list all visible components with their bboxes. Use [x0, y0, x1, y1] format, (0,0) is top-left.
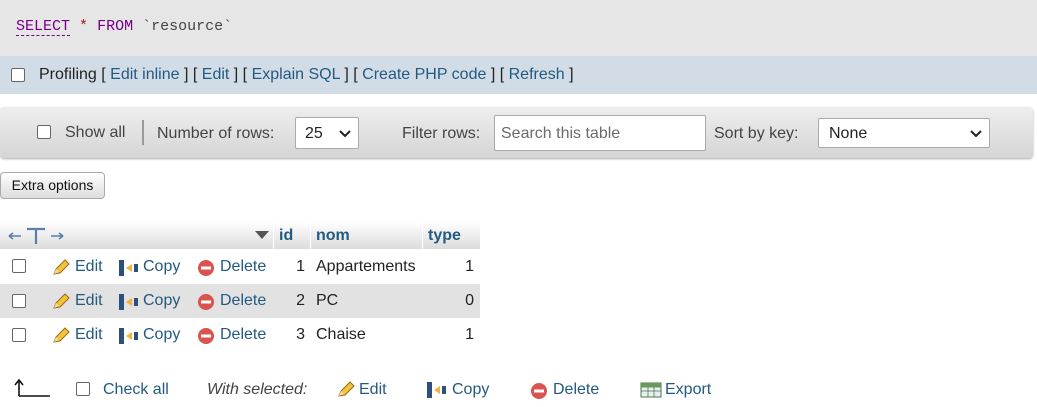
header-divider: [310, 222, 311, 249]
cell-nom: Chaise: [316, 326, 366, 343]
row-checkbox[interactable]: [12, 294, 26, 308]
extra-options-button[interactable]: Extra options: [0, 172, 105, 199]
pencil-icon[interactable]: [336, 381, 356, 399]
chevron-down-icon: [970, 130, 982, 138]
delete-icon[interactable]: [197, 259, 215, 277]
chevron-down-icon: [339, 130, 351, 138]
table-header: id nom type: [0, 222, 480, 249]
show-all-checkbox[interactable]: [37, 125, 51, 139]
sql-query: SELECT * FROM `resource`: [16, 18, 233, 36]
sql-select-keyword[interactable]: SELECT: [16, 18, 71, 36]
edit-inline-link[interactable]: Edit inline: [110, 66, 179, 83]
delete-icon[interactable]: [197, 293, 215, 311]
table-row: Edit Copy Delete 3 Chaise 1: [0, 318, 480, 352]
sort-by-key-label: Sort by key:: [714, 125, 799, 142]
copy-icon[interactable]: [118, 326, 140, 346]
edit-link[interactable]: Edit: [75, 258, 103, 276]
column-header-id[interactable]: id: [279, 227, 293, 245]
cell-type: 1: [465, 258, 474, 275]
copy-icon[interactable]: [118, 258, 140, 278]
row-checkbox[interactable]: [12, 259, 26, 273]
cell-nom: PC: [316, 292, 339, 309]
cell-id: 3: [296, 326, 305, 343]
cell-type: 0: [465, 292, 474, 309]
delete-link[interactable]: Delete: [220, 326, 266, 344]
bulk-export-button[interactable]: Export: [665, 381, 711, 399]
row-checkbox[interactable]: [12, 328, 26, 342]
pencil-icon[interactable]: [51, 293, 71, 311]
cell-id: 1: [296, 258, 305, 275]
sql-star: *: [79, 18, 89, 35]
column-toggle-arrows-icon[interactable]: [7, 226, 65, 246]
bulk-arrow-icon: [14, 378, 50, 397]
rows-per-page-value: 25: [305, 125, 323, 142]
copy-icon[interactable]: [118, 292, 140, 312]
edit-link[interactable]: Edit: [75, 326, 103, 344]
bulk-delete-button[interactable]: Delete: [553, 381, 599, 399]
pencil-icon[interactable]: [51, 259, 71, 277]
column-header-nom[interactable]: nom: [316, 227, 350, 245]
export-icon[interactable]: [640, 381, 662, 399]
table-navigation-bar: Show all Number of rows: 25 Filter rows:…: [0, 107, 1033, 158]
header-divider: [422, 222, 423, 249]
show-all-label[interactable]: Show all: [65, 124, 125, 142]
create-php-code-link[interactable]: Create PHP code: [362, 66, 486, 83]
copy-link[interactable]: Copy: [143, 326, 180, 344]
edit-link[interactable]: Edit: [75, 292, 103, 310]
sort-by-key-value: None: [829, 125, 868, 142]
copy-icon[interactable]: [426, 380, 448, 400]
with-selected-label: With selected:: [207, 381, 308, 398]
profiling-bar: Profiling [ Edit inline ] [ Edit ] [ Exp…: [0, 56, 1037, 94]
sql-query-box: SELECT * FROM `resource`: [0, 0, 1037, 56]
profiling-label: Profiling: [39, 66, 97, 83]
profiling-links: Profiling [ Edit inline ] [ Edit ] [ Exp…: [39, 66, 574, 83]
column-header-type[interactable]: type: [428, 227, 461, 245]
delete-link[interactable]: Delete: [220, 258, 266, 276]
bulk-copy-button[interactable]: Copy: [452, 381, 489, 399]
rows-per-page-select[interactable]: 25: [295, 117, 359, 149]
rows-label: Number of rows:: [157, 125, 275, 142]
sql-table-name: `resource`: [142, 18, 233, 35]
search-input[interactable]: Search this table: [494, 115, 706, 151]
search-placeholder: Search this table: [501, 125, 621, 142]
delete-icon[interactable]: [530, 382, 548, 400]
cell-nom: Appartements: [316, 258, 416, 275]
sql-from-keyword: FROM: [97, 18, 134, 35]
explain-sql-link[interactable]: Explain SQL: [252, 66, 340, 83]
filter-rows-label: Filter rows:: [402, 125, 481, 142]
cell-id: 2: [296, 292, 305, 309]
copy-link[interactable]: Copy: [143, 258, 180, 276]
pencil-icon[interactable]: [51, 327, 71, 345]
bulk-edit-button[interactable]: Edit: [359, 381, 387, 399]
edit-link[interactable]: Edit: [202, 66, 230, 83]
table-row: Edit Copy Delete 2 PC 0: [0, 284, 480, 318]
sort-triangle-icon[interactable]: [254, 230, 270, 240]
divider: [142, 120, 144, 145]
header-divider: [273, 222, 274, 249]
check-all-label[interactable]: Check all: [103, 381, 169, 399]
delete-link[interactable]: Delete: [220, 292, 266, 310]
refresh-link[interactable]: Refresh: [509, 66, 565, 83]
profiling-checkbox[interactable]: [11, 68, 25, 82]
table-row: Edit Copy Delete 1 Appartements 1: [0, 250, 480, 284]
check-all-checkbox[interactable]: [76, 382, 90, 396]
copy-link[interactable]: Copy: [143, 292, 180, 310]
sort-by-key-select[interactable]: None: [818, 118, 990, 148]
delete-icon[interactable]: [197, 327, 215, 345]
cell-type: 1: [465, 326, 474, 343]
